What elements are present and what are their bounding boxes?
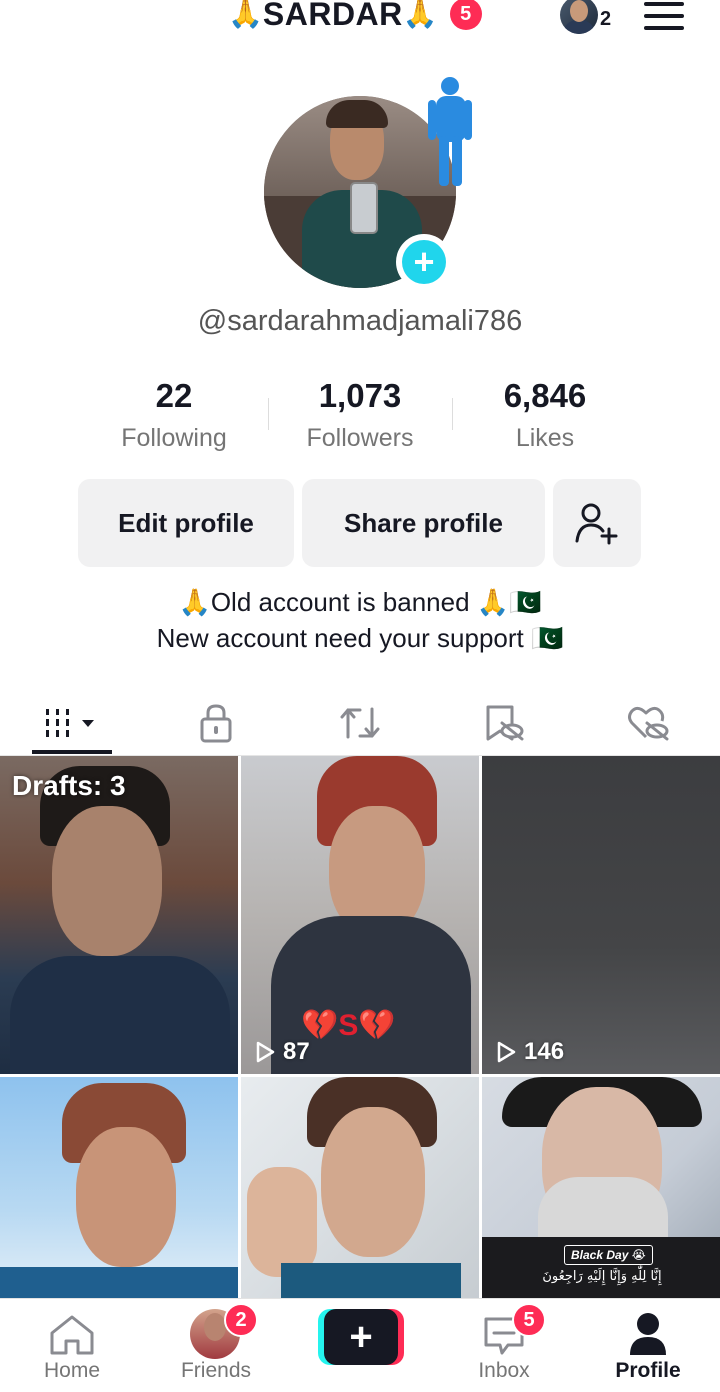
arabic-text: إِنَّا لِلّٰهِ وَإِنَّا إِلَيْهِ رَاجِعُ… bbox=[542, 1269, 662, 1284]
switch-account-button[interactable]: 2 bbox=[560, 0, 620, 40]
view-count-value: 87 bbox=[283, 1038, 310, 1065]
tab-liked[interactable] bbox=[576, 690, 720, 756]
video-tile[interactable]: Black Day 😭 إِنَّا لِلّٰهِ وَإِنَّا إِلَ… bbox=[482, 1077, 720, 1300]
video-tile[interactable] bbox=[0, 1077, 238, 1300]
nav-label: Home bbox=[43, 1359, 101, 1382]
stat-following[interactable]: 22 Following bbox=[84, 374, 264, 458]
switch-account-count: 2 bbox=[600, 8, 612, 30]
stat-value: 22 bbox=[155, 377, 193, 414]
video-overlay-text: 💔S💔 bbox=[301, 1009, 396, 1042]
repost-icon bbox=[340, 707, 380, 739]
add-story-button[interactable]: + bbox=[396, 234, 452, 290]
plus-icon: + bbox=[402, 240, 446, 284]
add-friends-button[interactable] bbox=[553, 479, 641, 567]
nav-inbox[interactable]: 5 Inbox bbox=[432, 1299, 576, 1392]
nav-label: Profile bbox=[615, 1359, 681, 1382]
video-tile[interactable] bbox=[241, 1077, 479, 1300]
tab-reposts[interactable] bbox=[288, 690, 432, 756]
stat-divider bbox=[268, 398, 269, 430]
profile-username: @sardarahmadjamali786 bbox=[197, 305, 523, 337]
view-count-value: 146 bbox=[524, 1038, 565, 1065]
bio-line: New account need your support 🇵🇰 bbox=[156, 623, 564, 653]
nav-friends[interactable]: 2 Friends bbox=[144, 1299, 288, 1392]
pray-emoji-right: 🙏 bbox=[402, 0, 438, 30]
black-day-caption: Black Day 😭 bbox=[564, 1245, 653, 1265]
nav-label: Friends bbox=[180, 1359, 252, 1382]
view-count: 146 bbox=[496, 1038, 564, 1066]
lock-icon bbox=[200, 704, 232, 743]
video-tile[interactable]: 💔S💔 87 bbox=[241, 756, 479, 1074]
switch-account-avatar bbox=[560, 0, 598, 34]
heart-hidden-icon bbox=[628, 706, 669, 741]
video-tile[interactable]: 146 bbox=[482, 756, 720, 1074]
content-tabs bbox=[0, 690, 720, 756]
profile-stats: 22 Following 1,073 Followers 6,846 Likes bbox=[82, 374, 638, 464]
nav-profile[interactable]: Profile bbox=[576, 1299, 720, 1392]
bottom-navigation: Home 2 Friends + 5 Inbox Profile bbox=[0, 1298, 720, 1392]
video-grid: Drafts: 3 💔S💔 87 146 Black Day 😭 إِنَّا … bbox=[0, 756, 720, 1300]
home-icon bbox=[50, 1315, 94, 1355]
drafts-tile[interactable]: Drafts: 3 bbox=[0, 756, 238, 1074]
tab-private[interactable] bbox=[144, 690, 288, 756]
play-icon bbox=[256, 1041, 275, 1063]
nav-home[interactable]: Home bbox=[0, 1299, 144, 1392]
profile-icon bbox=[630, 1313, 666, 1355]
pray-emoji-left: 🙏 bbox=[228, 0, 263, 30]
active-tab-indicator bbox=[32, 750, 112, 754]
nav-label: Inbox bbox=[478, 1359, 530, 1382]
person-standing-icon bbox=[428, 77, 472, 186]
grid-icon bbox=[46, 709, 94, 737]
drafts-count-label: Drafts: 3 bbox=[12, 770, 126, 801]
stat-value: 6,846 bbox=[503, 377, 587, 414]
bookmark-hidden-icon bbox=[486, 705, 524, 741]
tab-favorites[interactable] bbox=[432, 690, 576, 756]
stat-label: Following bbox=[121, 424, 227, 452]
view-count: 87 bbox=[255, 1038, 310, 1066]
top-bar: 🙏 SARDAR 🙏 5 2 bbox=[0, 0, 720, 40]
edit-profile-button[interactable]: Edit profile bbox=[78, 479, 294, 567]
tab-videos[interactable] bbox=[0, 690, 144, 756]
share-profile-button[interactable]: Share profile bbox=[302, 479, 545, 567]
profile-bio: 🙏Old account is banned 🙏🇵🇰 New account n… bbox=[0, 584, 720, 656]
account-name: SARDAR bbox=[262, 0, 403, 32]
create-button[interactable]: + bbox=[318, 1309, 404, 1365]
stat-followers[interactable]: 1,073 Followers bbox=[270, 374, 450, 458]
play-icon bbox=[497, 1041, 516, 1063]
stat-divider bbox=[452, 398, 453, 430]
stat-label: Likes bbox=[515, 424, 575, 452]
menu-icon[interactable] bbox=[644, 2, 684, 30]
plus-icon: + bbox=[324, 1309, 398, 1365]
friends-badge: 2 bbox=[224, 1303, 258, 1337]
bio-line: 🙏Old account is banned 🙏🇵🇰 bbox=[178, 587, 542, 617]
account-switcher-title[interactable]: 🙏 SARDAR 🙏 5 bbox=[228, 0, 482, 34]
stat-value: 1,073 bbox=[318, 377, 402, 414]
add-friend-icon bbox=[575, 503, 618, 545]
stat-likes[interactable]: 6,846 Likes bbox=[455, 374, 635, 458]
profile-avatar-wrap: + bbox=[264, 77, 472, 290]
notification-badge: 5 bbox=[449, 0, 482, 30]
stat-label: Followers bbox=[306, 424, 414, 452]
inbox-badge: 5 bbox=[512, 1303, 546, 1337]
